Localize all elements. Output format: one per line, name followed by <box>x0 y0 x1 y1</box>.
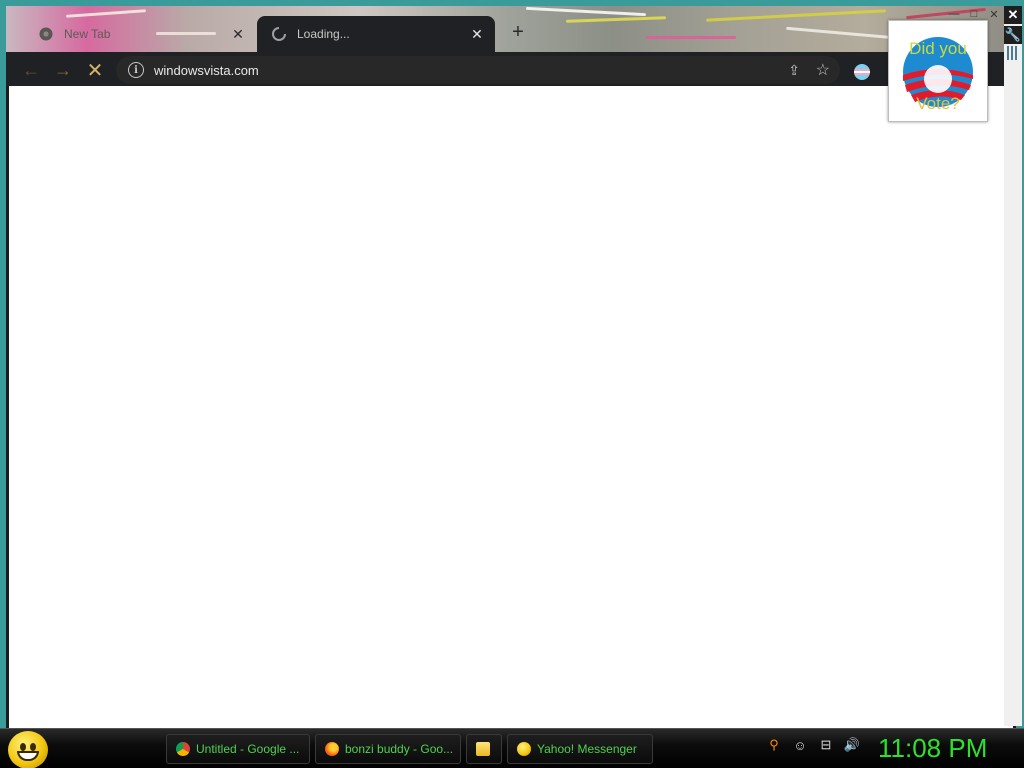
start-button[interactable] <box>8 731 48 768</box>
taskbar-item-label: bonzi buddy - Goo... <box>345 742 454 756</box>
back-button[interactable]: ← <box>18 57 44 83</box>
spinner-icon <box>271 26 287 42</box>
chrome-icon <box>38 26 54 42</box>
browser-window: New Tab ✕ Loading... ✕ + — □ ✕ ← → ✕ i w… <box>6 6 1016 728</box>
vote-gadget[interactable]: Did you Vote? <box>888 20 988 122</box>
close-window-icon[interactable]: ✕ <box>986 8 1002 21</box>
gadget-text-line2: Vote? <box>916 94 960 113</box>
tab-loading[interactable]: Loading... ✕ <box>257 16 495 52</box>
close-tab-icon[interactable]: ✕ <box>228 24 248 44</box>
folder-icon <box>476 742 490 756</box>
close-tab-icon[interactable]: ✕ <box>467 24 487 44</box>
address-bar-url[interactable]: windowsvista.com <box>154 63 259 78</box>
network-icon[interactable]: ⊟ <box>818 737 834 753</box>
browser-toolbar: ← → ✕ i windowsvista.com ⇪ ☆ ··· <box>6 52 1016 86</box>
share-icon[interactable]: ⇪ <box>788 62 800 79</box>
chrome-icon <box>176 742 190 756</box>
volume-icon[interactable]: 🔊 <box>844 737 860 753</box>
new-tab-button[interactable]: + <box>506 20 530 44</box>
browser-tabstrip: New Tab ✕ Loading... ✕ + — □ ✕ <box>6 6 1016 52</box>
firefox-icon <box>325 742 339 756</box>
smiley-eye <box>30 743 36 751</box>
yahoo-messenger-icon <box>517 742 531 756</box>
tab-new-tab[interactable]: New Tab ✕ <box>24 16 256 52</box>
taskbar-item-label: Untitled - Google ... <box>196 742 300 756</box>
minimize-icon[interactable]: — <box>946 8 962 20</box>
bookmark-star-icon[interactable]: ☆ <box>816 60 830 80</box>
drag-handle-icon[interactable] <box>1007 46 1019 60</box>
stop-loading-button[interactable]: ✕ <box>82 57 108 83</box>
close-icon[interactable]: ✕ <box>1004 6 1022 24</box>
gadget-text-line1: Did you <box>909 39 967 58</box>
tab-label: Loading... <box>297 27 350 41</box>
desktop: New Tab ✕ Loading... ✕ + — □ ✕ ← → ✕ i w… <box>0 0 1024 768</box>
maximize-icon[interactable]: □ <box>966 8 982 20</box>
taskbar-clock[interactable]: 11:08 PM <box>878 733 1018 764</box>
smiley-mouth <box>17 751 39 761</box>
messenger-tray-icon[interactable]: ☺ <box>792 737 808 753</box>
wrench-icon[interactable]: 🔧 <box>1004 26 1022 44</box>
site-info-icon[interactable]: i <box>128 62 144 78</box>
window-controls: — □ ✕ <box>946 8 1002 21</box>
taskbar-item-folder[interactable] <box>466 734 502 764</box>
tab-label: New Tab <box>64 27 111 41</box>
taskbar-item-yahoo-messenger[interactable]: Yahoo! Messenger <box>507 734 653 764</box>
taskbar-item-label: Yahoo! Messenger <box>537 742 637 756</box>
gadget-sidebar: ✕ 🔧 <box>1004 6 1022 726</box>
taskbar-item-firefox[interactable]: bonzi buddy - Goo... <box>315 734 461 764</box>
forward-button[interactable]: → <box>50 57 76 83</box>
search-icon[interactable]: ⚲ <box>766 737 782 753</box>
taskbar: Untitled - Google ... bonzi buddy - Goo.… <box>0 728 1024 768</box>
extension-icon[interactable] <box>854 64 870 80</box>
page-content-area[interactable] <box>9 86 1013 728</box>
system-tray: ⚲ ☺ ⊟ 🔊 <box>766 737 860 753</box>
smiley-eye <box>20 743 26 751</box>
taskbar-item-chrome[interactable]: Untitled - Google ... <box>166 734 310 764</box>
address-bar[interactable]: i windowsvista.com ⇪ ☆ <box>116 56 840 84</box>
